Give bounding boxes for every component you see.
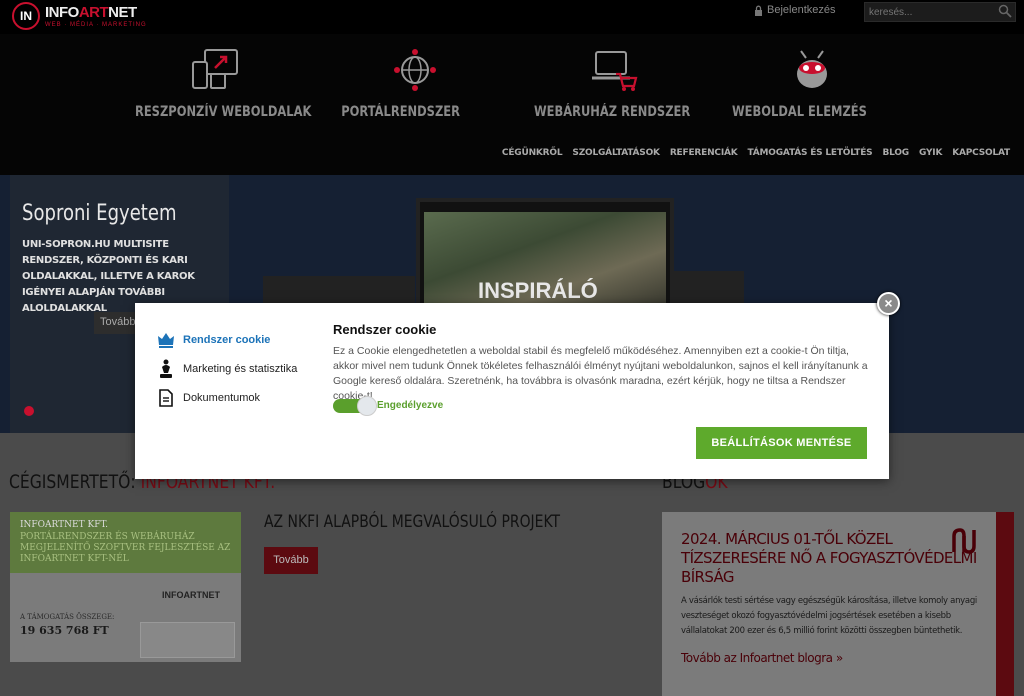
page: IN INFOARTNET WEB · MÉDIA · MARKETING Be… — [0, 0, 1024, 696]
cookie-category-system[interactable]: Rendszer cookie — [157, 330, 270, 350]
cookie-toggle-knob[interactable] — [357, 396, 377, 416]
crown-icon — [157, 330, 175, 350]
cookie-modal-description: Ez a Cookie elengedhetetlen a weboldal s… — [333, 345, 868, 402]
cookie-category-label: Marketing és statisztika — [183, 363, 298, 375]
chess-piece-icon — [157, 359, 175, 379]
close-icon[interactable]: × — [877, 292, 900, 315]
cookie-category-marketing[interactable]: Marketing és statisztika — [157, 359, 297, 379]
cookie-modal-title: Rendszer cookie — [333, 322, 437, 337]
cookie-category-documents[interactable]: Dokumentumok — [157, 388, 260, 408]
document-icon — [157, 388, 175, 408]
cookie-category-label: Dokumentumok — [183, 392, 261, 404]
save-settings-button[interactable]: BEÁLLÍTÁSOK MENTÉSE — [696, 427, 867, 459]
cookie-category-label: Rendszer cookie — [183, 334, 271, 346]
cookie-settings-modal: Rendszer cookie Marketing és statisztika… — [135, 303, 889, 479]
cookie-toggle-label: Engedélyezve — [377, 400, 444, 411]
